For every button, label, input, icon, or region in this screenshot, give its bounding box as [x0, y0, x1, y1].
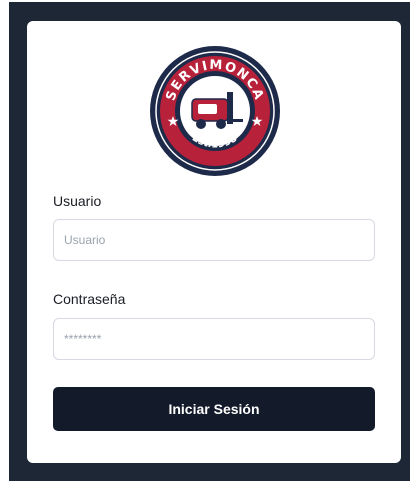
password-label: Contraseña	[53, 291, 126, 307]
company-logo: SERVIMONCA Est.1998	[150, 46, 280, 176]
username-label: Usuario	[53, 193, 102, 209]
login-button[interactable]: Iniciar Sesión	[53, 387, 375, 431]
username-input[interactable]	[53, 219, 375, 261]
password-input[interactable]	[53, 318, 375, 360]
